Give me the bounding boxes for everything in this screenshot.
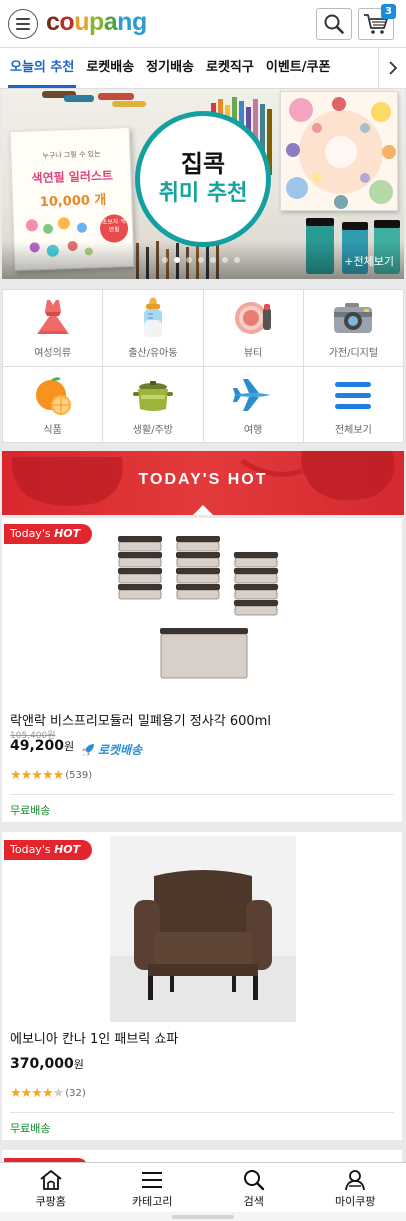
compact-mirror-icon <box>235 302 272 334</box>
star-rating-icon: ★★★★★ <box>10 768 64 783</box>
tab-events-coupons[interactable]: 이벤트/쿠폰 <box>260 48 337 88</box>
category-baby-kids[interactable]: 출산/유아동 <box>103 290 203 366</box>
logo-letter: a <box>103 8 118 36</box>
tab-rocket-direct[interactable]: 로켓직구 <box>200 48 260 88</box>
logo-letter: o <box>59 8 75 36</box>
product-image-containers <box>118 536 278 679</box>
bottom-navigation: 쿠팡홈 카테고리 검색 마이쿠팡 <box>0 1162 406 1212</box>
dress-icon <box>36 300 69 334</box>
user-icon <box>345 1170 366 1191</box>
star-rating-icon: ★★★★★ <box>10 1086 64 1101</box>
tab-rocket-delivery[interactable]: 로켓배송 <box>80 48 140 88</box>
category-icon <box>142 1172 163 1188</box>
crayons-image <box>42 91 146 107</box>
carousel-dot[interactable] <box>186 257 192 263</box>
category-womens-clothing[interactable]: 여성의류 <box>3 290 103 366</box>
cart-count-badge: 3 <box>381 4 396 19</box>
review-count: (32) <box>65 1088 86 1099</box>
product-image-sofa <box>110 836 296 1022</box>
category-grid: 여성의류 출산/유아동 뷰티 가전/디지털 식품 생활/주방 여행 전체보기 <box>2 289 404 443</box>
orange-icon <box>35 376 71 415</box>
search-button[interactable] <box>316 8 352 40</box>
category-all[interactable]: 전체보기 <box>303 366 403 442</box>
carousel-dot[interactable] <box>198 257 204 263</box>
cart-button[interactable]: 3 <box>358 4 396 40</box>
logo-letter: u <box>74 8 89 36</box>
product-card[interactable]: Today's HOT 에보니아 칸나 1인 패브릭 쇼파 370,000원 ★… <box>2 832 402 1140</box>
nav-search[interactable]: 검색 <box>203 1163 305 1212</box>
rocket-icon <box>82 743 94 756</box>
home-icon <box>40 1170 62 1190</box>
carousel-dot[interactable] <box>210 257 216 263</box>
tab-today-recommend[interactable]: 오늘의 추천 <box>4 48 80 88</box>
category-home-kitchen[interactable]: 생활/주방 <box>103 366 203 442</box>
carousel-dot[interactable] <box>174 257 180 263</box>
tab-scroll-right-button[interactable] <box>378 48 406 88</box>
nav-home[interactable]: 쿠팡홈 <box>0 1163 102 1212</box>
nav-my-coupang[interactable]: 마이쿠팡 <box>305 1163 406 1212</box>
list-icon <box>335 381 372 409</box>
product-card[interactable]: Today's HOT 락앤락 비스프리모듈러 밀폐용기 정사각 600ml 1… <box>2 518 402 822</box>
product-name: 에보니아 칸나 1인 패브릭 쇼파 <box>10 1032 179 1047</box>
tab-subscription[interactable]: 정기배송 <box>140 48 200 88</box>
baby-bottle-icon <box>143 297 162 337</box>
promo-banner[interactable]: 누구나 그릴 수 있는 색연필 일러스트 10,000 개 초보자 색연필 집콕… <box>2 89 404 279</box>
carousel-dot[interactable] <box>234 257 240 263</box>
search-icon <box>324 14 344 34</box>
logo-letter: p <box>88 8 104 36</box>
category-travel[interactable]: 여행 <box>203 366 303 442</box>
sale-price: 49,200원 <box>10 738 75 754</box>
free-shipping-label: 무료배송 <box>10 1122 51 1135</box>
view-all-link[interactable]: +전체보기 <box>344 253 394 269</box>
rating-stars: ★★★★★ (539) <box>10 768 92 783</box>
category-electronics[interactable]: 가전/디지털 <box>303 290 403 366</box>
airplane-icon <box>233 378 272 411</box>
category-beauty[interactable]: 뷰티 <box>203 290 303 366</box>
banner-title-badge: 집콕 취미 추천 <box>135 111 271 247</box>
carousel-dot[interactable] <box>162 257 168 263</box>
todays-hot-tag: Today's HOT <box>4 524 93 544</box>
rating-stars: ★★★★★ (32) <box>10 1086 86 1101</box>
top-header: coupang 3 <box>0 0 406 47</box>
logo-letter: g <box>131 8 147 36</box>
chevron-right-icon <box>388 61 397 75</box>
coupang-logo[interactable]: coupang <box>46 8 147 37</box>
rocket-delivery-badge: 로켓배송 <box>80 741 142 758</box>
camera-icon <box>334 303 373 333</box>
hamburger-icon[interactable] <box>8 9 38 39</box>
home-indicator <box>0 1212 406 1221</box>
pot-icon <box>132 380 173 411</box>
category-tab-bar: 오늘의 추천 로켓배송 정기배송 로켓직구 이벤트/쿠폰 <box>0 47 406 89</box>
logo-letter: n <box>117 8 132 36</box>
search-icon <box>243 1170 264 1191</box>
todays-hot-tag: Today's HOT <box>4 840 93 860</box>
todays-hot-title: TODAY'S HOT <box>138 471 268 488</box>
birthday-card-image <box>280 91 398 211</box>
review-count: (539) <box>65 770 93 781</box>
todays-hot-banner: TODAY'S HOT <box>2 451 404 515</box>
logo-letter: c <box>46 8 60 36</box>
carousel-indicator <box>162 257 240 263</box>
sale-price: 370,000원 <box>10 1056 84 1072</box>
category-food[interactable]: 식품 <box>3 366 103 442</box>
nav-category[interactable]: 카테고리 <box>102 1163 204 1212</box>
product-name: 락앤락 비스프리모듈러 밀폐용기 정사각 600ml <box>10 714 271 729</box>
carousel-dot[interactable] <box>222 257 228 263</box>
app-root: coupang 3 오늘의 추천 로켓배송 정기배송 로켓직구 이벤트/쿠폰 누… <box>0 0 406 1221</box>
free-shipping-label: 무료배송 <box>10 804 51 817</box>
